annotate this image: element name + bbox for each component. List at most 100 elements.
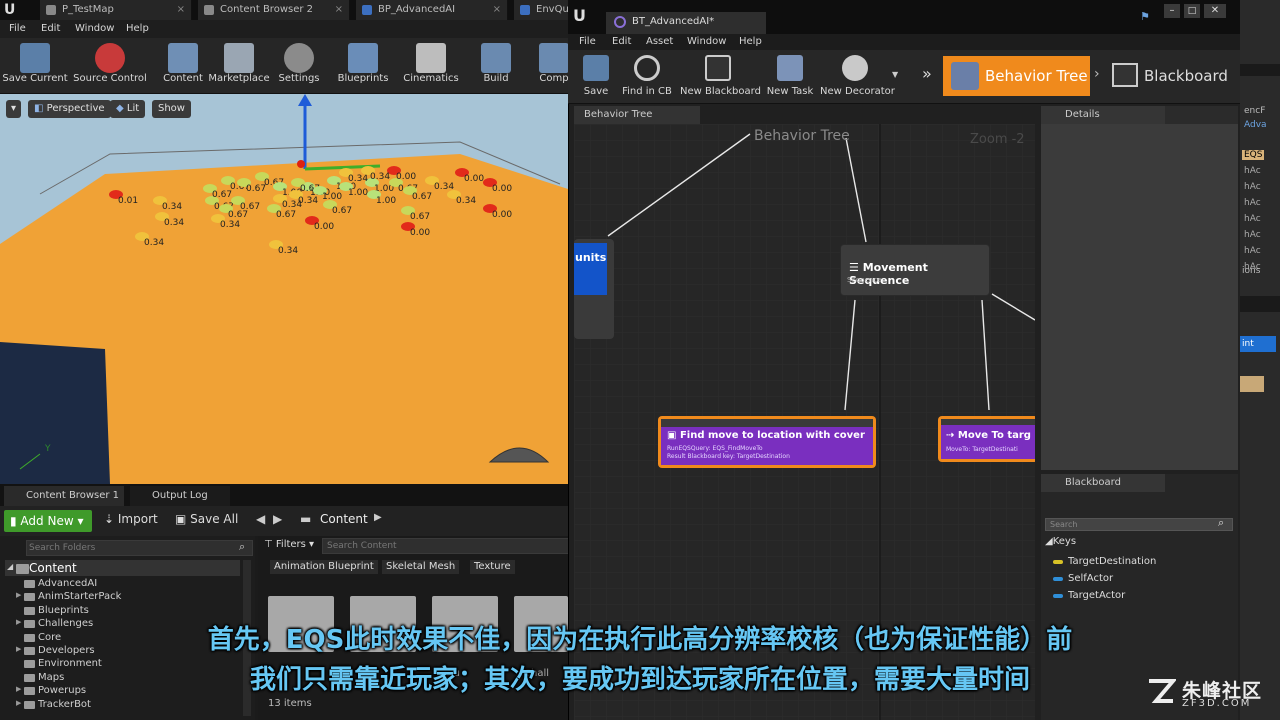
pin-icon[interactable]: ⚑ (1140, 10, 1150, 23)
marketplace-button[interactable]: Marketplace (208, 38, 270, 94)
close-icon[interactable]: × (493, 0, 501, 20)
main-menu-bar: File Edit Window Help (0, 20, 568, 38)
viewport-options-button[interactable]: ▾ (6, 100, 22, 118)
wall-block (0, 342, 110, 484)
toolbar-label: Settings (278, 73, 320, 84)
blackboard-key-item[interactable]: SelfActor (1068, 573, 1113, 584)
menu-edit[interactable]: Edit (41, 20, 60, 38)
content-button[interactable]: Content (158, 38, 208, 94)
menu-edit[interactable]: Edit (612, 33, 631, 51)
path-content[interactable]: Content (320, 512, 368, 526)
save-button[interactable]: Save (578, 50, 614, 100)
compile-button[interactable]: Comp (534, 38, 568, 94)
bt-node-find-move[interactable]: ▣ Find move to location with cover RunEQ… (658, 416, 876, 468)
path-chevron-icon[interactable]: ▶ (374, 512, 382, 523)
toolbar-label: Find in CB (622, 86, 672, 97)
bt-node-move-to[interactable]: ⇢ Move To targ MoveTo: TargetDestinati (938, 416, 1035, 462)
expand-arrow-icon[interactable]: ▶ (16, 699, 21, 707)
blueprint-icon (348, 43, 378, 73)
tree-folder-item[interactable]: AnimStarterPack (38, 591, 121, 602)
new-task-button[interactable]: New Task (766, 50, 814, 100)
source-control-button[interactable]: Source Control (70, 38, 150, 94)
new-blackboard-button[interactable]: New Blackboard (680, 50, 761, 100)
search-content-input[interactable]: Search Content (322, 538, 568, 554)
tab-label: BT_AdvancedAI* (632, 16, 715, 27)
details-tab[interactable]: Details (1041, 106, 1165, 124)
blackboard-tab[interactable]: Blackboard (1041, 474, 1165, 492)
expand-arrow-icon[interactable]: ▶ (16, 591, 21, 599)
close-icon[interactable]: × (177, 0, 185, 20)
lit-icon: ◆ (116, 103, 127, 114)
tree-folder-item[interactable]: Blueprints (38, 605, 89, 616)
save-current-button[interactable]: Save Current (2, 38, 68, 94)
blackboard-key-item[interactable]: TargetActor (1068, 590, 1125, 601)
collapse-arrow-icon: ◢ (1045, 536, 1053, 547)
folder-icon (24, 700, 35, 709)
edge-label: Adva (1244, 120, 1267, 130)
menu-help[interactable]: Help (126, 20, 149, 38)
find-in-cb-button[interactable]: Find in CB (620, 50, 674, 100)
filters-button[interactable]: ⊤ Filters ▾ (264, 539, 314, 550)
close-icon[interactable]: × (335, 0, 343, 20)
menu-file[interactable]: File (9, 20, 26, 38)
blackboard-key-item[interactable]: TargetDestination (1068, 556, 1156, 567)
edge-label: hAc (1244, 230, 1261, 240)
new-decorator-button[interactable]: New Decorator (820, 50, 895, 100)
bt-menu-bar: File Edit Asset Window Help (568, 34, 1240, 50)
tab-bt-advancedai[interactable]: BT_AdvancedAI* (606, 12, 766, 34)
decorator-dropdown-icon[interactable]: ▼ (892, 70, 898, 79)
toolbar-label: Save Current (2, 73, 68, 84)
cinematics-button[interactable]: Cinematics (400, 38, 462, 94)
close-button[interactable]: ✕ (1204, 4, 1226, 18)
perspective-button[interactable]: ◧ Perspective (28, 100, 111, 118)
tab-label: P_TestMap (62, 4, 114, 15)
build-button[interactable]: Build (474, 38, 518, 94)
blackboard-search-input[interactable]: Search (1045, 518, 1233, 531)
eqs-point-score: 0.34 (278, 246, 299, 256)
mode-blackboard-button[interactable]: Blackboard (1106, 56, 1236, 96)
decorator-icon (842, 55, 868, 81)
minimize-button[interactable]: – (1164, 4, 1180, 18)
save-all-button[interactable]: ▣ Save All (175, 512, 238, 526)
tab-envquery[interactable]: EnvQu (514, 0, 568, 20)
save-icon: ▣ (175, 512, 191, 526)
move-icon: ⇢ (946, 430, 958, 441)
keys-header[interactable]: ◢Keys (1045, 536, 1076, 547)
lit-button[interactable]: ◆ Lit (110, 100, 146, 118)
menu-window[interactable]: Window (75, 20, 114, 38)
bt-node-left[interactable]: units (574, 239, 614, 339)
back-button[interactable]: ◀ (256, 512, 265, 526)
tab-p-testmap[interactable]: P_TestMap × (40, 0, 192, 20)
level-viewport[interactable]: ▾ ◧ Perspective ◆ Lit Show 0.01 0.34 0.34 0… (0, 94, 568, 484)
tab-bp-advancedai[interactable]: BP_AdvancedAI × (356, 0, 508, 20)
more-chevron-icon[interactable]: » (922, 64, 932, 83)
tab-graph-behavior-tree[interactable]: Behavior Tree (574, 106, 700, 124)
bt-node-movement-sequence[interactable]: ☰ Movement Sequence Sequence (840, 244, 990, 296)
search-folders-input[interactable]: Search Folders (26, 540, 253, 556)
blueprints-button[interactable]: Blueprints (334, 38, 392, 94)
query-icon (520, 5, 530, 15)
forward-button[interactable]: ▶ (273, 512, 282, 526)
eqs-point-score: 0.34 (162, 202, 183, 212)
tab-output-log[interactable]: Output Log (130, 486, 230, 506)
filter-chip-texture[interactable]: Texture (470, 560, 515, 574)
tab-content-browser-1[interactable]: Content Browser 1 (4, 486, 124, 506)
menu-window[interactable]: Window (687, 33, 726, 51)
settings-button[interactable]: Settings (274, 38, 324, 94)
tree-folder-item[interactable]: AdvancedAI (38, 578, 97, 589)
menu-asset[interactable]: Asset (646, 33, 673, 51)
menu-file[interactable]: File (579, 33, 596, 51)
filter-chip-animation-blueprint[interactable]: Animation Blueprint (270, 560, 378, 574)
expand-arrow-icon[interactable]: ◢ (7, 562, 13, 571)
add-new-button[interactable]: ▮ Add New ▾ (4, 510, 92, 532)
gizmo-x-handle[interactable] (297, 160, 305, 168)
filter-chip-skeletal-mesh[interactable]: Skeletal Mesh (382, 560, 460, 574)
edge-button[interactable]: int (1240, 336, 1276, 352)
import-button[interactable]: ⇣ Import (104, 512, 158, 526)
menu-help[interactable]: Help (739, 33, 762, 51)
tree-folder-item[interactable]: TrackerBot (38, 699, 91, 710)
show-button[interactable]: Show (152, 100, 191, 118)
maximize-button[interactable]: □ (1184, 4, 1200, 18)
tab-content-browser-2[interactable]: Content Browser 2 × (198, 0, 350, 20)
mode-behavior-tree-button[interactable]: Behavior Tree (943, 56, 1090, 96)
